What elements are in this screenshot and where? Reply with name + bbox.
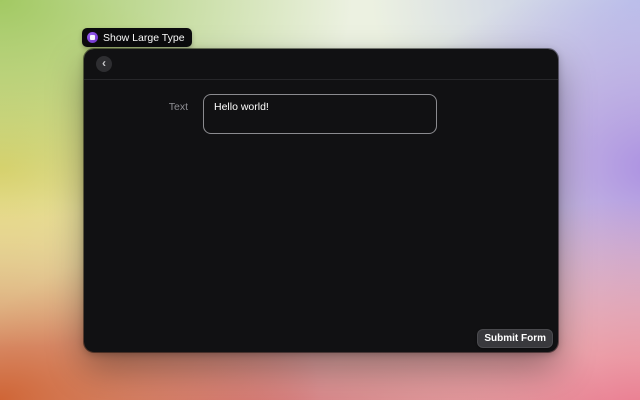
app-window: ‹ Text Hello world! Submit Form	[83, 48, 559, 353]
chevron-left-icon: ‹	[102, 56, 106, 70]
command-tooltip: Show Large Type	[82, 28, 192, 47]
text-field-input[interactable]: Hello world!	[203, 94, 437, 134]
submit-form-button[interactable]: Submit Form	[477, 329, 553, 348]
desktop-background: Show Large Type ‹ Text Hello world! Subm…	[0, 0, 640, 400]
text-field-label: Text	[168, 101, 188, 113]
back-button[interactable]: ‹	[96, 56, 112, 72]
large-type-glyph	[90, 35, 95, 40]
window-header: ‹	[84, 49, 558, 80]
form-row-text: Text Hello world!	[84, 94, 558, 134]
large-type-extension-icon	[87, 32, 98, 43]
form-body: Text Hello world!	[84, 80, 558, 134]
command-tooltip-label: Show Large Type	[103, 31, 185, 44]
